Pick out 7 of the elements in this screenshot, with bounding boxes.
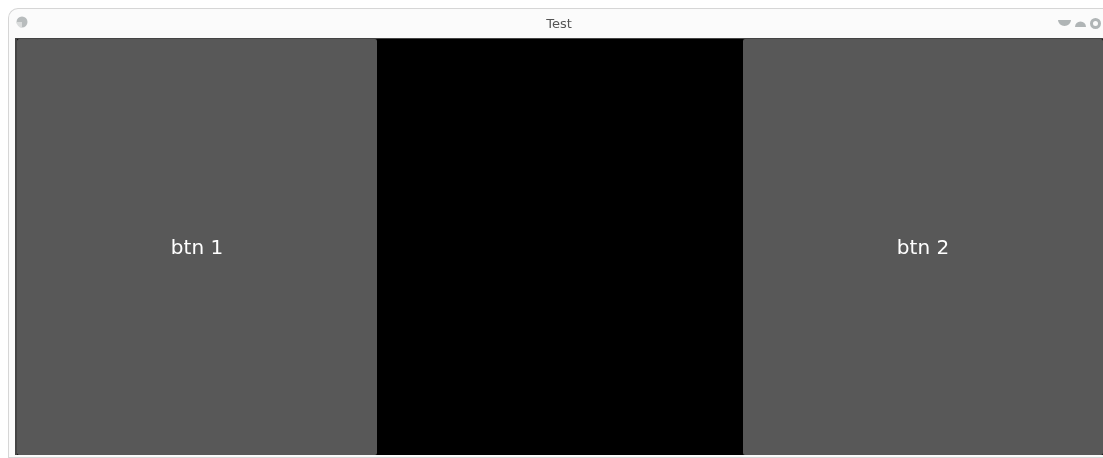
minimize-icon[interactable]	[1058, 20, 1071, 27]
push-button[interactable]: btn 2	[743, 39, 1103, 455]
window-title: Test	[546, 14, 572, 33]
push-button[interactable]: btn 1	[17, 39, 377, 455]
app-icon	[16, 16, 28, 28]
close-icon[interactable]	[1090, 18, 1101, 29]
maximize-icon[interactable]	[1075, 20, 1086, 27]
